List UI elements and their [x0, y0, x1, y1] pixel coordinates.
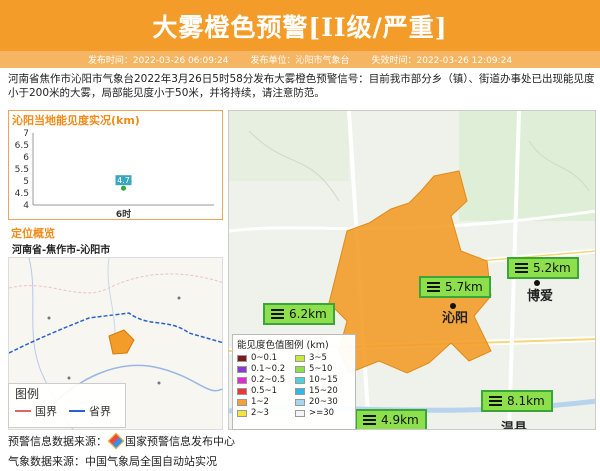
weather-source: 气象数据来源：中国气象局全国自动站实况 [8, 455, 217, 468]
color-swatch [295, 409, 305, 417]
color-legend-label: 0.1~0.2 [251, 364, 286, 374]
station-6-2km[interactable]: 6.2km [263, 303, 335, 325]
weather-source-line: 气象数据来源：中国气象局全国自动站实况 [8, 453, 217, 469]
color-legend-item: >=30 [295, 408, 351, 418]
color-legend-label: 0~0.1 [251, 353, 278, 363]
color-legend-label: 0.5~1 [251, 386, 278, 396]
x-tick-label: 6时 [116, 208, 131, 219]
color-legend-label: 5~10 [309, 364, 333, 374]
overview-legend-title: 图例 [15, 387, 40, 401]
warning-source-link[interactable]: 国家预警信息发布中心 [125, 433, 235, 449]
y-tick-label: 6 [23, 153, 29, 163]
color-legend-item: 3~5 [295, 353, 351, 363]
color-legend-item: 5~10 [295, 364, 351, 374]
national-border-swatch [15, 410, 31, 412]
color-swatch [237, 387, 247, 395]
legend-national-border: 国界 [35, 405, 57, 418]
overview-legend: 图例 国界 省界 [8, 383, 126, 428]
fog-icon [515, 263, 528, 273]
station-8-1km[interactable]: 8.1km [481, 390, 553, 412]
warning-center-logo-icon [107, 432, 125, 450]
visibility-chart: 4 4.5 5 5.5 6 6.5 7 4.7 6时 [15, 129, 214, 219]
visibility-color-legend: 能见度色值图例 (km) 0~0.1 3~5 0.1~0.2 5~10 0.2~0.5 1… [232, 334, 356, 430]
color-swatch [237, 376, 247, 384]
city-boai: 博爱 [527, 289, 554, 304]
y-tick-label: 5 [23, 177, 29, 187]
issue-time: 发布时间：2022-03-26 06:09:24 [87, 56, 229, 66]
expire-time: 失效时间：2022-03-26 12:09:24 [371, 56, 513, 66]
data-point [121, 185, 126, 191]
city-wenxian: 温县 [501, 421, 528, 430]
color-legend-label: 20~30 [309, 397, 338, 407]
y-tick-label: 5.5 [15, 165, 29, 175]
y-tick-label: 4 [23, 201, 29, 211]
overview-legend-row: 国界 省界 [9, 403, 125, 419]
warning-header: 大雾橙色预警[II级/严重] [0, 0, 600, 51]
color-legend-item: 0.2~0.5 [237, 375, 293, 385]
color-swatch [295, 354, 305, 362]
color-swatch [237, 354, 247, 362]
data-label: 4.7 [117, 176, 130, 185]
color-swatch [237, 398, 247, 406]
color-swatch [237, 409, 247, 417]
issuer: 发布单位：沁阳市气象台 [250, 56, 350, 66]
warning-source-label: 预警信息数据来源： [8, 435, 107, 448]
station-4-9km[interactable]: 4.9km [355, 409, 427, 429]
color-legend-item: 1~2 [237, 397, 293, 407]
color-legend-label: 0.2~0.5 [251, 375, 286, 385]
warning-description: 河南省焦作市沁阳市气象台2022年3月26日5时58分发布大雾橙色预警信号：目前… [8, 73, 595, 99]
color-legend-item: 15~20 [295, 386, 351, 396]
y-tick-label: 4.5 [15, 189, 29, 199]
location-subtitle: 河南省-焦作市-沁阳市 [12, 245, 111, 256]
color-legend-label: 3~5 [309, 353, 327, 363]
fog-icon [489, 396, 502, 406]
color-legend-item: 0.5~1 [237, 386, 293, 396]
color-swatch [295, 398, 305, 406]
visibility-panel: 沁阳当地能见度实况(km) 4 4.5 5 5.5 6 6.5 7 4.7 6时 [8, 110, 223, 220]
station-5-2km[interactable]: 5.2km [507, 257, 579, 279]
y-tick-label: 7 [23, 129, 29, 139]
color-legend-item: 0.1~0.2 [237, 364, 293, 374]
color-swatch [295, 376, 305, 384]
city-qinyang: 沁阳 [442, 311, 469, 326]
y-tick-label: 6.5 [15, 141, 29, 151]
fog-icon [363, 415, 376, 425]
color-legend-label: 10~15 [309, 375, 338, 385]
color-legend-title: 能见度色值图例 (km) [237, 340, 329, 351]
warning-source-line: 预警信息数据来源： 国家预警信息发布中心 [8, 432, 235, 450]
color-swatch [237, 365, 247, 373]
station-5-7km[interactable]: 5.7km [419, 276, 491, 298]
color-swatch [295, 365, 305, 373]
color-legend-label: >=30 [309, 408, 335, 418]
color-legend-item: 10~15 [295, 375, 351, 385]
color-legend-grid: 0~0.1 3~5 0.1~0.2 5~10 0.2~0.5 10~15 0.5~1 15~2… [237, 353, 351, 418]
color-legend-label: 2~3 [251, 408, 269, 418]
fog-icon [427, 282, 440, 292]
province-border-swatch [69, 410, 85, 412]
color-legend-label: 15~20 [309, 386, 338, 396]
fog-icon [271, 309, 284, 319]
warning-title: 大雾橙色预警[II级/严重] [152, 12, 448, 42]
warning-meta-bar: 发布时间：2022-03-26 06:09:24 发布单位：沁阳市气象台 失效时… [0, 51, 600, 68]
location-panel-title: 定位概览 [11, 227, 55, 240]
legend-province-border: 省界 [89, 405, 111, 418]
color-swatch [295, 387, 305, 395]
color-legend-item: 2~3 [237, 408, 293, 418]
color-legend-label: 1~2 [251, 397, 269, 407]
color-legend-item: 0~0.1 [237, 353, 293, 363]
color-legend-item: 20~30 [295, 397, 351, 407]
